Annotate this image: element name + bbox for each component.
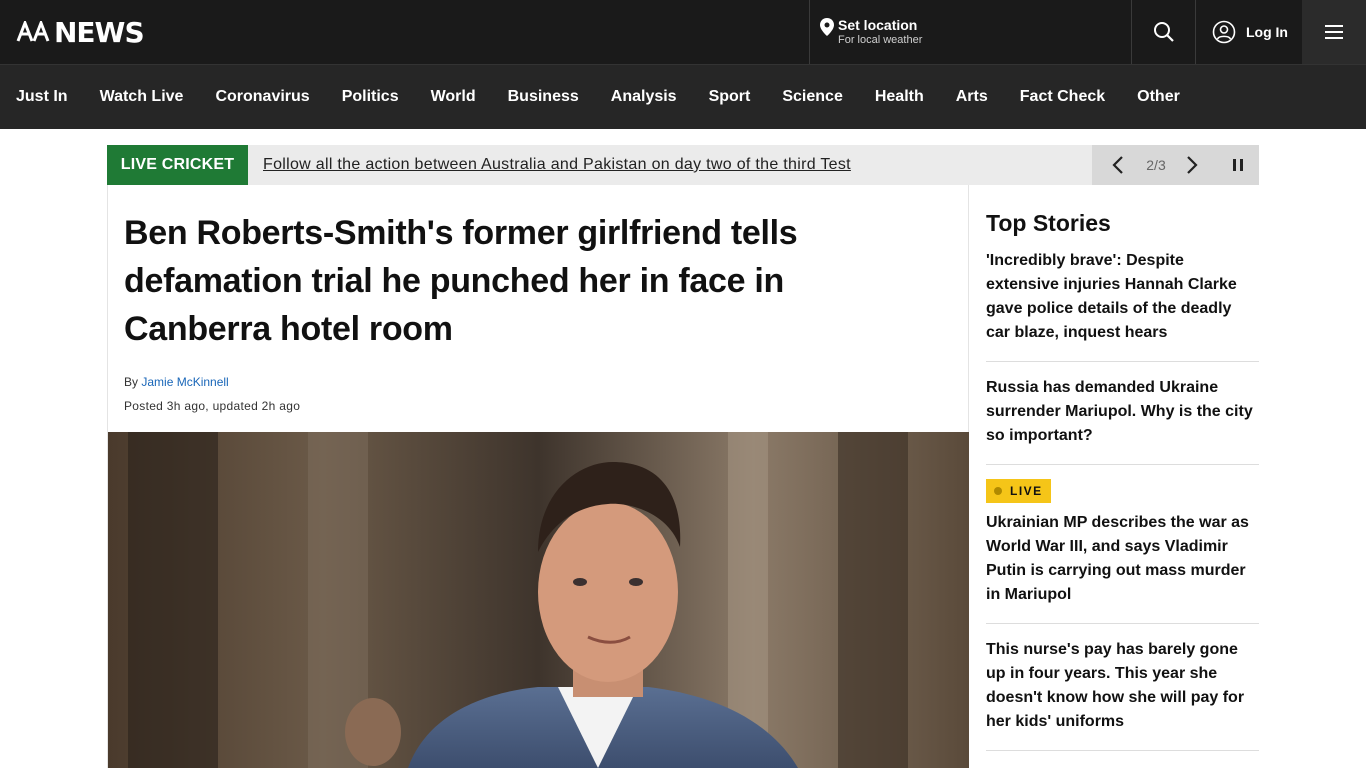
set-location-button[interactable]: Set location For local weather [809,0,1131,64]
nav-item-politics[interactable]: Politics [342,88,399,106]
nav-item-analysis[interactable]: Analysis [611,88,677,106]
log-in-label: Log In [1246,24,1288,40]
location-pin-icon [820,18,834,36]
nav-item-sport[interactable]: Sport [709,88,751,106]
live-badge-label: LIVE [1010,484,1043,498]
nav-item-watch-live[interactable]: Watch Live [100,88,184,106]
hero-image [108,432,969,768]
banner-count: 2/3 [1146,157,1166,173]
byline-prefix: By [124,375,139,389]
live-cricket-tag: LIVE CRICKET [107,145,248,185]
search-icon [1153,22,1174,42]
list-item[interactable]: This nurse's pay has barely gone up in f… [986,624,1259,751]
nav-item-arts[interactable]: Arts [956,88,988,106]
story-link[interactable]: 'Incredibly brave': Despite extensive in… [986,249,1259,345]
chevron-left-icon [1112,156,1123,174]
user-icon [1212,20,1236,44]
pause-icon [1232,159,1243,171]
top-bar: NEWS Set location For local weather Log … [0,0,1366,64]
nav-item-fact-check[interactable]: Fact Check [1020,88,1105,106]
abc-news-logo[interactable]: NEWS [16,15,145,49]
banner-link[interactable]: Follow all the action between Australia … [263,156,851,174]
hero-photo [108,432,969,768]
main-navigation: Just In Watch Live Coronavirus Politics … [0,64,1366,129]
byline: By Jamie McKinnell [124,375,229,389]
nav-item-business[interactable]: Business [508,88,579,106]
live-badge: LIVE [986,479,1051,503]
live-banner: LIVE CRICKET Follow all the action betwe… [107,145,1259,185]
article: Ben Roberts-Smith's former girlfriend te… [107,185,969,768]
abc-logo-icon [16,21,50,42]
chevron-right-icon [1187,156,1198,174]
top-stories-title: Top Stories [986,210,1111,236]
location-subtitle: For local weather [838,34,923,46]
list-item[interactable]: LIVE Ukrainian MP describes the war as W… [986,465,1259,624]
story-link[interactable]: This nurse's pay has barely gone up in f… [986,638,1259,734]
banner-previous-button[interactable] [1092,145,1144,185]
location-title: Set location [838,17,918,33]
article-headline: Ben Roberts-Smith's former girlfriend te… [124,214,798,348]
logo-text: NEWS [54,15,145,49]
search-button[interactable] [1131,0,1195,64]
posted-time: Posted 3h ago, updated 2h ago [124,399,301,413]
author-link[interactable]: Jamie McKinnell [141,375,228,389]
list-item[interactable]: Russia has demanded Ukraine surrender Ma… [986,362,1259,465]
story-link[interactable]: Russia has demanded Ukraine surrender Ma… [986,376,1259,448]
banner-next-button[interactable] [1168,145,1216,185]
top-stories-sidebar: Top Stories 'Incredibly brave': Despite … [986,185,1259,751]
nav-item-science[interactable]: Science [782,88,842,106]
banner-pause-button[interactable] [1216,145,1259,185]
story-link[interactable]: Ukrainian MP describes the war as World … [986,511,1259,607]
hamburger-icon [1325,25,1343,39]
list-item[interactable]: 'Incredibly brave': Despite extensive in… [986,237,1259,362]
banner-controls: 2/3 [1092,145,1259,185]
nav-item-world[interactable]: World [431,88,476,106]
nav-item-coronavirus[interactable]: Coronavirus [215,88,309,106]
live-dot-icon [994,487,1002,495]
nav-item-health[interactable]: Health [875,88,924,106]
nav-item-just-in[interactable]: Just In [16,88,68,106]
nav-item-other[interactable]: Other [1137,88,1180,106]
log-in-button[interactable]: Log In [1195,0,1302,64]
menu-button[interactable] [1302,0,1366,64]
